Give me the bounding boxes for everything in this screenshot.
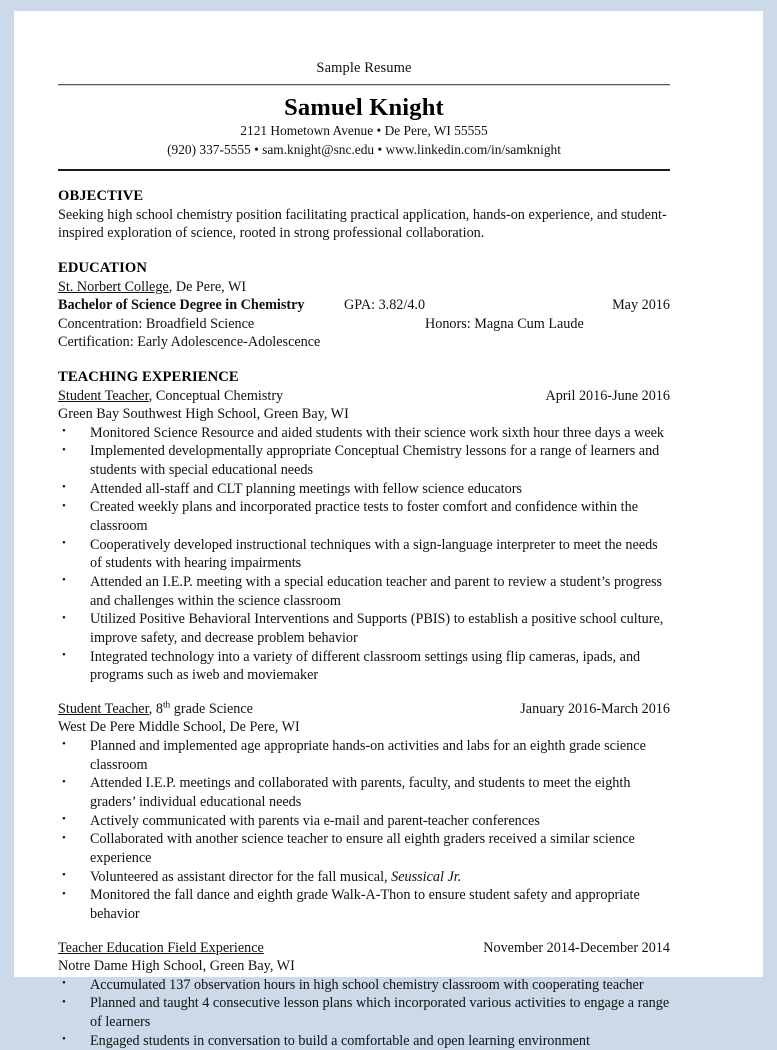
job-bullets-2: Planned and implemented age appropriate … — [58, 736, 670, 924]
resume-content: Sample Resume Samuel Knight 2121 Hometow… — [58, 60, 670, 1050]
education-gpa: GPA: 3.82/4.0 — [344, 297, 426, 314]
job-bullets-1: Monitored Science Resource and aided stu… — [58, 423, 670, 685]
job-title-row-2: Student Teacher, 8th grade Science Janua… — [58, 700, 670, 718]
list-item: Attended all-staff and CLT planning meet… — [58, 479, 670, 499]
job-dates-1: April 2016-June 2016 — [545, 387, 670, 404]
job-title-row-3: Teacher Education Field Experience Novem… — [58, 939, 670, 957]
list-item: Integrated technology into a variety of … — [58, 647, 670, 685]
list-item: Implemented developmentally appropriate … — [58, 442, 670, 479]
list-item: Collaborated with another science teache… — [58, 830, 670, 867]
section-heading-teaching-experience: TEACHING EXPERIENCE — [58, 368, 239, 385]
list-item: Cooperatively developed instructional te… — [58, 535, 670, 573]
objective-text: Seeking high school chemistry position f… — [58, 206, 667, 242]
list-item: Planned and implemented age appropriate … — [58, 736, 670, 774]
header-divider-top — [58, 84, 670, 86]
document-title: Sample Resume — [316, 60, 412, 76]
job-employer-1: Green Bay Southwest High School, Green B… — [58, 406, 349, 423]
job-spacer-2 — [58, 924, 670, 939]
education-school-name: St. Norbert College — [58, 278, 169, 295]
job-employer-2: West De Pere Middle School, De Pere, WI — [58, 719, 300, 736]
candidate-name: Samuel Knight — [284, 94, 444, 121]
job-title-2: Student Teacher — [58, 700, 149, 717]
header-spacer — [58, 159, 670, 169]
header-divider-bottom — [58, 168, 670, 171]
education-degree: Bachelor of Science Degree in Chemistry — [58, 297, 305, 314]
list-item-musical: Volunteered as assistant director for th… — [58, 867, 670, 887]
job-dates-3: November 2014-December 2014 — [483, 939, 670, 956]
list-item: Planned and taught 4 consecutive lesson … — [58, 994, 670, 1031]
musical-title: Seussical Jr. — [391, 868, 462, 885]
contact-line: (920) 337-5555 • sam.knight@snc.edu • ww… — [167, 142, 561, 158]
musical-text: Volunteered as assistant director for th… — [90, 868, 392, 885]
section-heading-objective: OBJECTIVE — [58, 187, 144, 204]
list-item: Engaged students in conversation to buil… — [58, 1031, 670, 1050]
list-item: Monitored Science Resource and aided stu… — [58, 423, 670, 443]
resume-page: Sample Resume Samuel Knight 2121 Hometow… — [14, 11, 763, 1049]
education-concentration: Concentration: Broadfield Science — [58, 315, 255, 332]
list-item: Created weekly plans and incorporated pr… — [58, 498, 670, 535]
list-item: Accumulated 137 observation hours in hig… — [58, 975, 670, 995]
list-item: Monitored the fall dance and eighth grad… — [58, 886, 670, 923]
list-item: Actively communicated with parents via e… — [58, 811, 670, 831]
job-subject-1: , Conceptual Chemistry — [148, 387, 284, 404]
list-item: Attended I.E.P. meetings and collaborate… — [58, 774, 670, 811]
section-heading-education: EDUCATION — [58, 259, 148, 276]
education-grad-date: May 2016 — [612, 297, 670, 314]
job-title-row-1: Student Teacher, Conceptual Chemistry Ap… — [58, 387, 670, 405]
job-subject-2-pre: , 8 — [148, 700, 163, 717]
education-concentration-row: Concentration: Broadfield Science Honors… — [58, 315, 670, 333]
job-dates-2: January 2016-March 2016 — [520, 700, 670, 717]
education-certification: Certification: Early Adolescence-Adolesc… — [58, 334, 321, 351]
list-item: Attended an I.E.P. meeting with a specia… — [58, 572, 670, 610]
job-employer-3: Notre Dame High School, Green Bay, WI — [58, 958, 295, 975]
education-school-location: , De Pere, WI — [168, 278, 247, 295]
education-degree-row: Bachelor of Science Degree in Chemistry … — [58, 296, 670, 314]
address-line: 2121 Hometown Avenue • De Pere, WI 55555 — [240, 123, 488, 139]
job-title-1: Student Teacher — [58, 387, 149, 404]
list-item: Utilized Positive Behavioral Interventio… — [58, 610, 670, 647]
job-bullets-3: Accumulated 137 observation hours in hig… — [58, 975, 670, 1050]
education-school-line: St. Norbert College, De Pere, WI — [58, 278, 670, 296]
education-honors: Honors: Magna Cum Laude — [425, 315, 584, 332]
job-title-3: Teacher Education Field Experience — [58, 939, 264, 956]
job-spacer-1 — [58, 685, 670, 700]
job-subject-2-post: grade Science — [170, 700, 253, 717]
